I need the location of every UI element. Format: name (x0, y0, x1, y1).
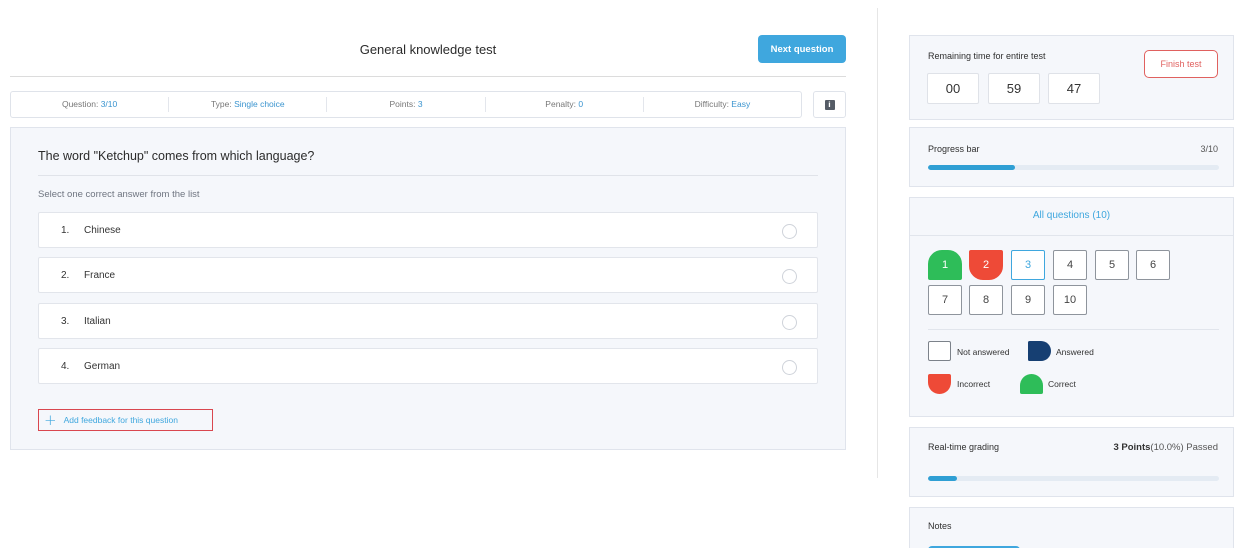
add-feedback-label: Add feedback for this question (63, 415, 178, 425)
answer-number: 2. (61, 270, 70, 281)
timer-hours: 00 (927, 73, 979, 104)
timer-seconds: 47 (1048, 73, 1100, 104)
correct-legend-label: Correct (1048, 379, 1076, 389)
info-button[interactable]: i (813, 91, 846, 118)
panel-divider (910, 235, 1233, 236)
answer-number: 4. (61, 361, 70, 372)
timer-label: Remaining time for entire test (928, 51, 1046, 61)
next-question-button[interactable]: Next question (758, 35, 846, 63)
answer-option[interactable]: 1. Chinese (38, 212, 818, 248)
points-value: 3 (417, 99, 423, 109)
progress-track (928, 165, 1219, 170)
difficulty-info: Difficulty: Easy (644, 97, 801, 112)
progress-count: 3/10 (1200, 144, 1218, 154)
grade-detail: (10.0%) Passed (1150, 442, 1218, 453)
not-answered-legend-label: Not answered (957, 347, 1010, 357)
answer-instruction: Select one correct answer from the list (38, 189, 200, 200)
finish-test-button[interactable]: Finish test (1144, 50, 1218, 78)
answer-text: France (84, 270, 116, 281)
question-type-info: Type: Single choice (169, 97, 328, 112)
question-nav-button[interactable]: 1 (928, 250, 962, 280)
points-label: Points: (389, 99, 418, 109)
all-questions-panel: All questions (10) 1 2 3 4 5 6 7 8 9 10 … (909, 197, 1234, 417)
correct-legend-icon (1020, 374, 1043, 394)
answer-radio[interactable] (782, 269, 797, 284)
question-number-value: 3/10 (100, 99, 118, 109)
timer-panel: Remaining time for entire test 00 59 47 … (909, 35, 1234, 120)
progress-panel: Progress bar 3/10 (909, 127, 1234, 187)
all-questions-title: All questions (10) (1032, 210, 1111, 221)
answered-legend-label: Answered (1056, 347, 1094, 357)
question-nav-button[interactable]: 5 (1095, 250, 1129, 280)
answer-radio[interactable] (782, 315, 797, 330)
grading-fill (928, 476, 958, 481)
question-type-label: Type: (210, 99, 235, 109)
answer-radio[interactable] (782, 224, 797, 239)
timer-minutes: 59 (988, 73, 1040, 104)
notes-panel: Notes (909, 507, 1234, 548)
header-divider (10, 76, 846, 77)
penalty-info: Penalty: 0 (486, 97, 644, 112)
penalty-value: 0 (578, 99, 584, 109)
question-info-bar: Question: 3/10 Type: Single choice Point… (10, 91, 802, 118)
question-title: The word "Ketchup" comes from which lang… (38, 149, 315, 163)
question-number-info: Question: 3/10 (11, 97, 170, 112)
progress-label: Progress bar (928, 144, 980, 154)
plus-icon: + (44, 410, 57, 429)
answer-text: German (84, 361, 121, 372)
answer-text: Chinese (84, 225, 121, 236)
question-card: The word "Ketchup" comes from which lang… (10, 127, 846, 450)
answer-number: 3. (61, 316, 70, 327)
question-nav-button[interactable]: 10 (1053, 285, 1087, 315)
legend-divider (928, 329, 1219, 330)
add-feedback-link[interactable]: + Add feedback for this question (38, 409, 213, 431)
column-separator (877, 8, 878, 478)
answer-radio[interactable] (782, 360, 797, 375)
answer-number: 1. (61, 225, 70, 236)
question-nav-button[interactable]: 7 (928, 285, 962, 315)
question-nav-button[interactable]: 3 (1011, 250, 1045, 280)
question-nav-button[interactable]: 2 (969, 250, 1003, 280)
test-header: General knowledge test Next question (10, 30, 846, 76)
question-nav-button[interactable]: 4 (1053, 250, 1087, 280)
info-icon: i (824, 99, 835, 110)
progress-fill (928, 165, 1016, 170)
difficulty-label: Difficulty: (694, 99, 732, 109)
test-title: General knowledge test (359, 42, 497, 57)
question-number-label: Question: (61, 99, 101, 109)
grade-points: 3 Points (1113, 442, 1151, 453)
question-nav-button[interactable]: 6 (1136, 250, 1170, 280)
penalty-label: Penalty: (545, 99, 579, 109)
difficulty-value: Easy (731, 99, 751, 109)
points-info: Points: 3 (327, 97, 486, 112)
answer-option[interactable]: 2. France (38, 257, 818, 293)
question-nav-button[interactable]: 8 (969, 285, 1003, 315)
incorrect-legend-label: Incorrect (957, 379, 991, 389)
grade-value: 3 Points(10.0%) Passed (1113, 442, 1218, 453)
incorrect-legend-icon (928, 374, 951, 394)
answer-option[interactable]: 3. Italian (38, 303, 818, 339)
question-divider (38, 175, 818, 176)
question-nav-button[interactable]: 9 (1011, 285, 1045, 315)
not-answered-legend-icon (928, 341, 951, 361)
grading-panel: Real-time grading 3 Points(10.0%) Passed (909, 427, 1234, 497)
answer-text: Italian (84, 316, 111, 327)
answer-option[interactable]: 4. German (38, 348, 818, 384)
question-type-value: Single choice (234, 99, 285, 109)
grading-label: Real-time grading (928, 442, 1000, 452)
notes-label: Notes (928, 521, 952, 531)
answered-legend-icon (1028, 341, 1051, 361)
grading-track (928, 476, 1219, 481)
